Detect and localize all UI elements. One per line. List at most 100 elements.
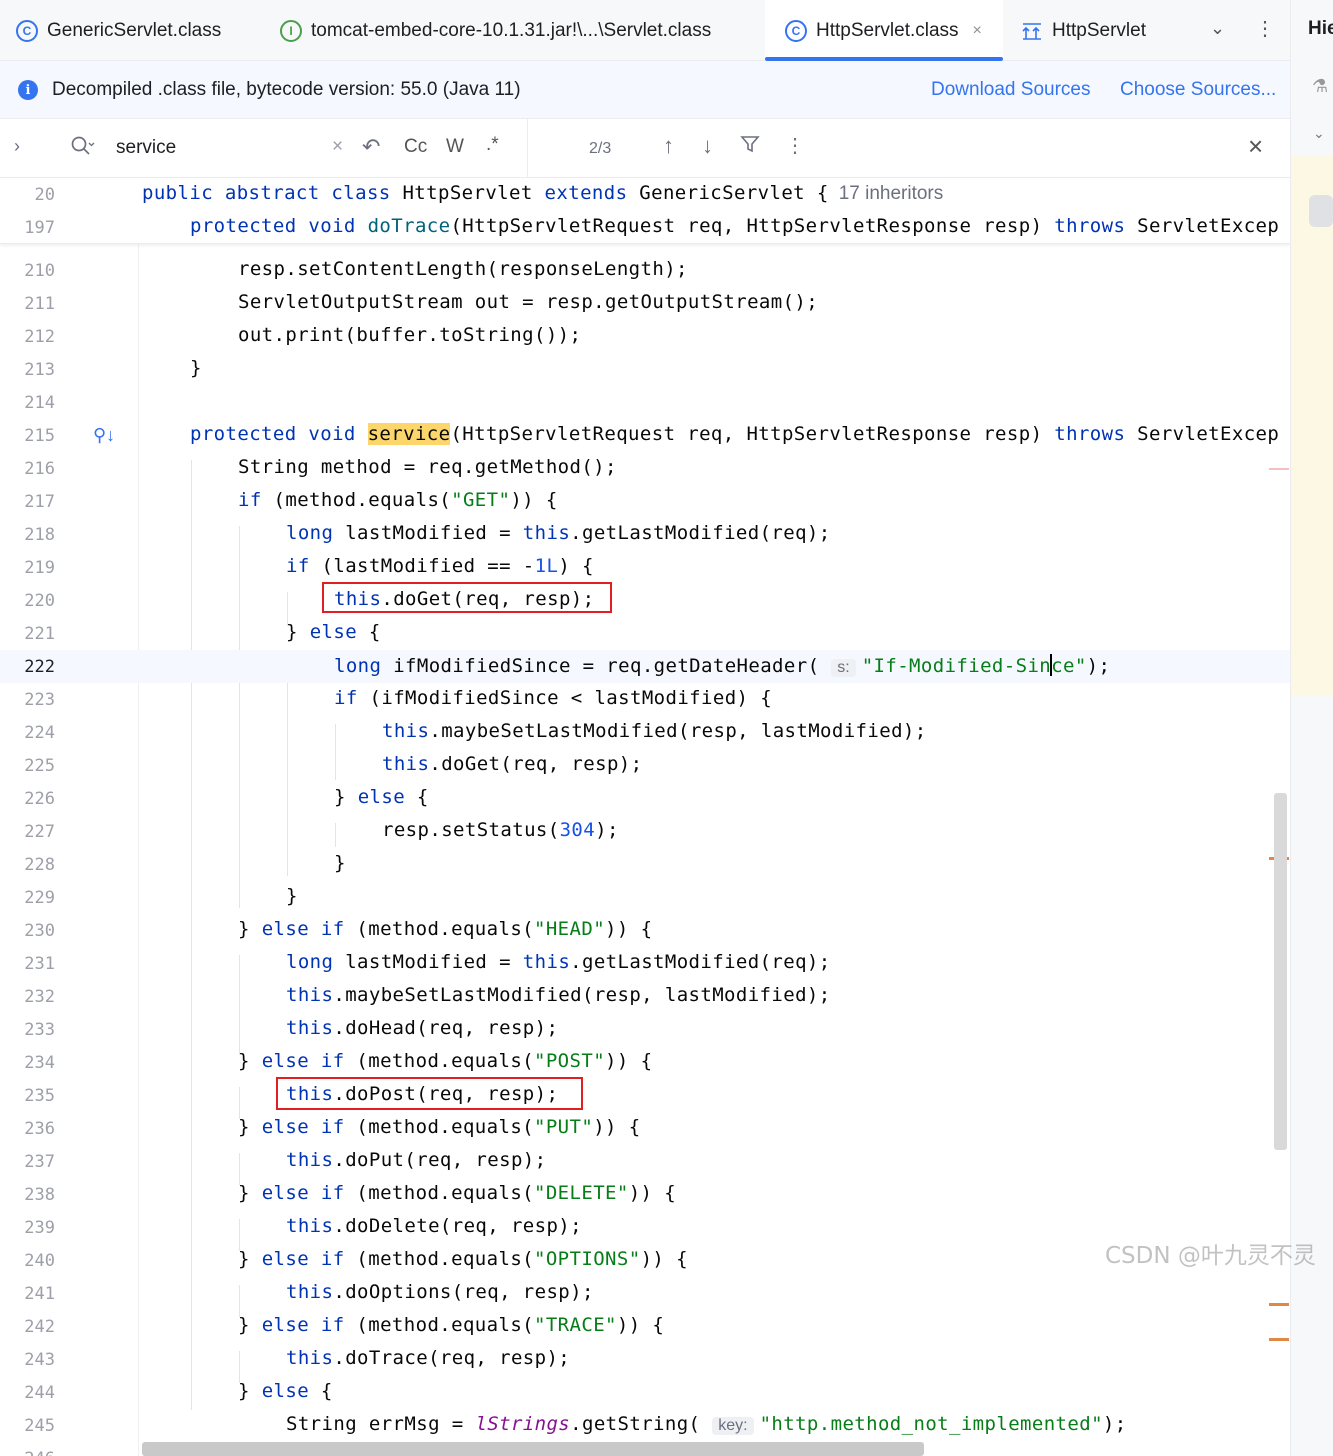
line-number: 222 — [24, 657, 55, 677]
code-text: resp.setContentLength(responseLength); — [238, 258, 688, 280]
line-number: 234 — [24, 1053, 55, 1073]
new-line-icon[interactable]: ↶ — [362, 134, 380, 160]
code-text: this.maybeSetLastModified(resp, lastModi… — [286, 984, 831, 1006]
code-line[interactable]: 211 ServletOutputStream out = resp.getOu… — [0, 287, 1290, 320]
code-line[interactable]: 218 long lastModified = this.getLastModi… — [0, 518, 1290, 551]
parameter-hint: key: — [712, 1417, 754, 1435]
match-case-toggle[interactable]: Cc — [404, 136, 427, 158]
decompiled-notice-banner: i Decompiled .class file, bytecode versi… — [0, 61, 1290, 119]
search-result-marker[interactable] — [1269, 1338, 1289, 1341]
close-search-icon[interactable]: × — [1248, 131, 1263, 162]
line-number: 238 — [24, 1185, 55, 1205]
code-editor[interactable]: 20 public abstract class HttpServlet ext… — [0, 178, 1290, 1456]
expand-replace-icon[interactable]: › — [14, 136, 20, 157]
code-text: long lastModified = this.getLastModified… — [286, 951, 831, 973]
code-text: } — [334, 852, 346, 874]
tab-httpservlet-class[interactable]: C HttpServlet.class × — [765, 0, 1003, 61]
tab-servlet-jar[interactable]: I tomcat-embed-core-10.1.31.jar!\...\Ser… — [280, 0, 711, 61]
sticky-line[interactable]: 197 protected void doTrace(HttpServletRe… — [0, 211, 1290, 244]
code-line[interactable]: 214 — [0, 386, 1290, 419]
code-line[interactable]: 245 String errMsg = lStrings.getString( … — [0, 1409, 1290, 1442]
code-line[interactable]: 239 this.doDelete(req, resp); — [0, 1211, 1290, 1244]
code-line[interactable]: 223 if (ifModifiedSince < lastModified) … — [0, 683, 1290, 716]
code-line[interactable]: 238 } else if (method.equals("DELETE")) … — [0, 1178, 1290, 1211]
pin-icon[interactable]: ⚗ — [1312, 76, 1328, 97]
code-line[interactable]: 220 this.doGet(req, resp); — [0, 584, 1290, 617]
tab-httpservlet-hierarchy[interactable]: HttpServlet — [1020, 0, 1146, 61]
more-vertical-icon[interactable]: ⋮ — [1255, 16, 1275, 41]
horizontal-scrollbar-thumb[interactable] — [142, 1442, 924, 1456]
regex-toggle[interactable]: .* — [486, 134, 499, 156]
code-line[interactable]: 215 protected void service(HttpServletRe… — [0, 419, 1290, 452]
code-line[interactable]: 240 } else if (method.equals("OPTIONS"))… — [0, 1244, 1290, 1277]
code-line[interactable]: 224 this.maybeSetLastModified(resp, last… — [0, 716, 1290, 749]
code-line[interactable]: 212 out.print(buffer.toString()); — [0, 320, 1290, 353]
code-line[interactable]: 210 resp.setContentLength(responseLength… — [0, 254, 1290, 287]
chevron-down-icon[interactable]: ⌄ — [1210, 18, 1225, 39]
line-number: 245 — [24, 1416, 55, 1436]
search-icon[interactable] — [70, 135, 96, 163]
code-line[interactable]: 226 } else { — [0, 782, 1290, 815]
more-options-icon[interactable]: ⋮ — [785, 133, 805, 158]
line-number: 232 — [24, 987, 55, 1007]
code-line[interactable]: 241 this.doOptions(req, resp); — [0, 1277, 1290, 1310]
code-line[interactable]: 230 } else if (method.equals("HEAD")) { — [0, 914, 1290, 947]
code-line[interactable]: 227 resp.setStatus(304); — [0, 815, 1290, 848]
error-stripe-marker[interactable] — [1269, 468, 1289, 470]
code-line[interactable]: 228 } — [0, 848, 1290, 881]
code-text: this.doHead(req, resp); — [286, 1017, 559, 1039]
line-number: 221 — [24, 624, 55, 644]
line-number: 229 — [24, 888, 55, 908]
code-line[interactable]: 242 } else if (method.equals("TRACE")) { — [0, 1310, 1290, 1343]
chevron-down-icon[interactable]: ⌄ — [1313, 125, 1325, 142]
line-number: 230 — [24, 921, 55, 941]
code-line[interactable]: 216 String method = req.getMethod(); — [0, 452, 1290, 485]
code-text: out.print(buffer.toString()); — [238, 324, 582, 346]
code-line[interactable]: 217 if (method.equals("GET")) { — [0, 485, 1290, 518]
code-line[interactable]: 234 } else if (method.equals("POST")) { — [0, 1046, 1290, 1079]
code-line[interactable]: 244 } else { — [0, 1376, 1290, 1409]
whole-words-toggle[interactable]: W — [446, 136, 464, 158]
text-caret — [1050, 654, 1053, 676]
vertical-scrollbar-thumb[interactable] — [1274, 793, 1287, 1150]
line-number: 227 — [24, 822, 55, 842]
line-number: 210 — [24, 261, 55, 281]
code-line[interactable]: 235 this.doPost(req, resp); — [0, 1079, 1290, 1112]
line-number: 233 — [24, 1020, 55, 1040]
search-input[interactable] — [116, 132, 316, 164]
code-line[interactable]: 237 this.doPut(req, resp); — [0, 1145, 1290, 1178]
line-number: 243 — [24, 1350, 55, 1370]
code-line[interactable]: 219 if (lastModified == -1L) { — [0, 551, 1290, 584]
line-number: 20 — [34, 185, 55, 205]
code-line[interactable]: 213 } — [0, 353, 1290, 386]
filter-icon[interactable] — [740, 134, 760, 160]
download-sources-link[interactable]: Download Sources — [931, 79, 1090, 101]
code-line[interactable]: 232 this.maybeSetLastModified(resp, last… — [0, 980, 1290, 1013]
choose-sources-link[interactable]: Choose Sources... — [1120, 79, 1276, 101]
annotation-box-dopost — [276, 1077, 583, 1110]
code-line[interactable]: 229 } — [0, 881, 1290, 914]
line-number: 220 — [24, 591, 55, 611]
code-line[interactable]: 243 this.doTrace(req, resp); — [0, 1343, 1290, 1376]
previous-occurrence-arrow-up-icon[interactable]: ↑ — [663, 133, 674, 159]
search-result-marker[interactable] — [1269, 1303, 1289, 1306]
panel-scroll-thumb[interactable] — [1309, 195, 1333, 227]
line-number: 231 — [24, 954, 55, 974]
clear-search-icon[interactable]: × — [332, 136, 343, 158]
editor-tab-bar: C GenericServlet.class I tomcat-embed-co… — [0, 0, 1290, 61]
close-tab-icon[interactable]: × — [973, 22, 982, 40]
inheritors-hint[interactable]: 17 inheritors — [839, 183, 944, 204]
line-number: 219 — [24, 558, 55, 578]
line-number: 241 — [24, 1284, 55, 1304]
code-line-current[interactable]: 222 long ifModifiedSince = req.getDateHe… — [0, 650, 1290, 683]
code-line[interactable]: 225 this.doGet(req, resp); — [0, 749, 1290, 782]
sticky-line[interactable]: 20 public abstract class HttpServlet ext… — [0, 178, 1290, 211]
tab-genericservlet[interactable]: C GenericServlet.class — [16, 0, 221, 61]
code-line[interactable]: 231 long lastModified = this.getLastModi… — [0, 947, 1290, 980]
code-line[interactable]: 233 this.doHead(req, resp); — [0, 1013, 1290, 1046]
code-text: } else { — [286, 621, 381, 643]
code-line[interactable]: 221 } else { — [0, 617, 1290, 650]
override-method-icon[interactable]: ⚲↓ — [93, 425, 115, 446]
code-line[interactable]: 236 } else if (method.equals("PUT")) { — [0, 1112, 1290, 1145]
next-occurrence-arrow-down-icon[interactable]: ↓ — [702, 133, 713, 159]
